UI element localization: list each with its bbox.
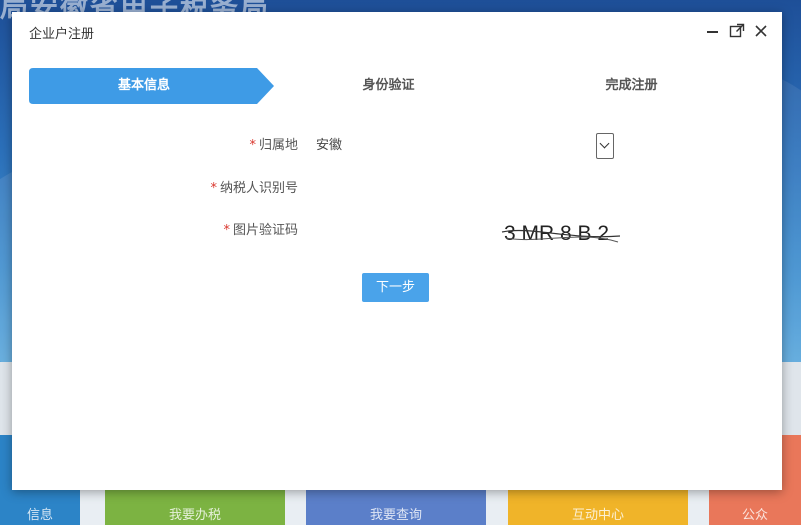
next-step-button[interactable]: 下一步: [362, 273, 429, 302]
region-selected-value: 安徽: [316, 138, 343, 153]
close-icon[interactable]: [752, 22, 770, 40]
taxpayer-id-input[interactable]: [312, 174, 616, 204]
captcha-row: * 图片验证码 3 MR 8 B 2: [12, 216, 782, 246]
step-identity-verification: 身份验证: [362, 78, 415, 93]
registration-dialog: 企业户注册 基本信息 身份验证 完成注册 * 归属地 安徽 * 纳税人识别号 *…: [12, 12, 782, 490]
dialog-title: 企业户注册: [29, 27, 95, 42]
minimize-icon[interactable]: [704, 22, 722, 40]
region-label: * 归属地: [249, 138, 298, 153]
captcha-input[interactable]: [312, 216, 496, 246]
taxpayer-id-row: * 纳税人识别号: [12, 174, 782, 204]
region-row: * 归属地 安徽: [12, 131, 782, 161]
step-complete-registration: 完成注册: [605, 78, 658, 93]
required-mark: *: [249, 138, 256, 153]
step-basic-info: 基本信息: [117, 78, 170, 93]
required-mark: *: [210, 181, 217, 196]
taxpayer-id-label: * 纳税人识别号: [210, 181, 298, 196]
region-select[interactable]: 安徽: [312, 131, 614, 161]
captcha-image[interactable]: 3 MR 8 B 2: [500, 216, 624, 250]
captcha-label: * 图片验证码: [223, 223, 298, 238]
required-mark: *: [223, 223, 230, 238]
registration-steps: 基本信息 身份验证 完成注册: [29, 68, 764, 104]
maximize-icon[interactable]: [728, 22, 746, 40]
chevron-down-icon[interactable]: [596, 133, 614, 159]
taxpayer-id-field-wrap: [312, 174, 616, 204]
